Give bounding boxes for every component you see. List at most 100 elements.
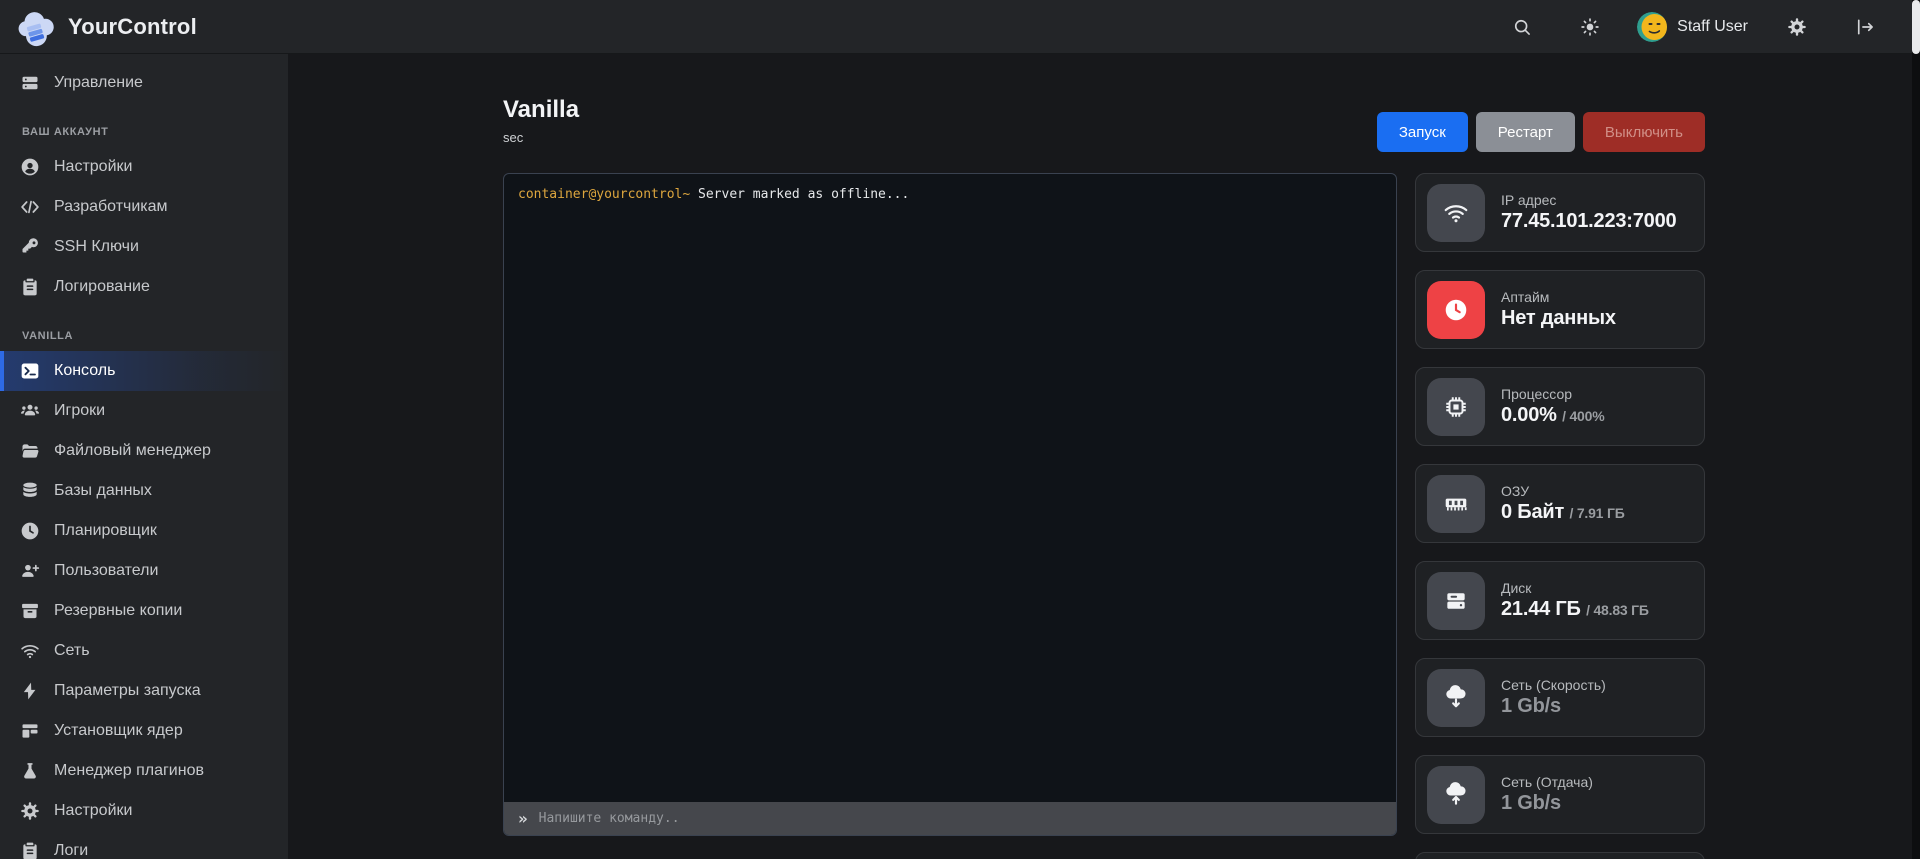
cloud-download-icon bbox=[1427, 669, 1485, 727]
sun-icon bbox=[1580, 17, 1600, 37]
start-button[interactable]: Запуск bbox=[1377, 112, 1468, 152]
sidebar-item-console[interactable]: Консоль bbox=[0, 351, 288, 391]
sidebar-item-label: Консоль bbox=[54, 362, 115, 380]
stat-value: 1 Gb/s bbox=[1501, 792, 1593, 815]
stat-value: 21.44 ГБ / 48.83 ГБ bbox=[1501, 598, 1649, 621]
stat-card-net-upload: Сеть (Отдача) 1 Gb/s bbox=[1415, 755, 1705, 834]
sidebar-item-label: Логи bbox=[54, 842, 88, 859]
stat-card-disk: Диск 21.44 ГБ / 48.83 ГБ bbox=[1415, 561, 1705, 640]
stat-label: Сеть (Скорость) bbox=[1501, 677, 1606, 693]
ram-icon bbox=[1427, 475, 1485, 533]
user-menu[interactable]: Staff User bbox=[1637, 12, 1748, 42]
folder-open-icon bbox=[20, 441, 40, 461]
sidebar-item-logs[interactable]: Логи bbox=[0, 831, 288, 859]
user-circle-icon bbox=[20, 157, 40, 177]
sidebar-item-label: Параметры запуска bbox=[54, 682, 201, 700]
sidebar-item-label: Базы данных bbox=[54, 482, 152, 500]
app-header: YourControl Staff User bbox=[0, 0, 1920, 54]
stat-value: 0 Байт / 7.91 ГБ bbox=[1501, 501, 1625, 524]
page-scrollbar[interactable] bbox=[1912, 0, 1920, 859]
sidebar-item-management[interactable]: Управление bbox=[0, 63, 288, 103]
stat-label: Сеть (Отдача) bbox=[1501, 774, 1593, 790]
console-message: Server marked as offline... bbox=[698, 187, 909, 202]
clipboard-icon bbox=[20, 277, 40, 297]
console-panel: container@yourcontrol~ Server marked as … bbox=[503, 173, 1397, 836]
sidebar-item-label: Управление bbox=[54, 74, 143, 92]
brand-name: YourControl bbox=[68, 14, 197, 40]
terminal-icon bbox=[20, 361, 40, 381]
key-icon bbox=[20, 237, 40, 257]
sidebar-section-vanilla: VANILLA bbox=[0, 307, 288, 351]
avatar bbox=[1637, 12, 1667, 42]
users-icon bbox=[20, 401, 40, 421]
sidebar-item-file-manager[interactable]: Файловый менеджер bbox=[0, 431, 288, 471]
stat-label: Диск bbox=[1501, 580, 1649, 596]
sidebar-item-startup-params[interactable]: Параметры запуска bbox=[0, 671, 288, 711]
sidebar-item-backups[interactable]: Резервные копии bbox=[0, 591, 288, 631]
stat-card-ram: ОЗУ 0 Байт / 7.91 ГБ bbox=[1415, 464, 1705, 543]
sidebar-item-server-settings[interactable]: Настройки bbox=[0, 791, 288, 831]
clipboard-icon bbox=[20, 841, 40, 859]
flask-icon bbox=[20, 761, 40, 781]
sidebar-item-label: Сеть bbox=[54, 642, 90, 660]
console-input-bar: » bbox=[504, 802, 1396, 835]
logout-button[interactable] bbox=[1844, 6, 1886, 48]
stop-button[interactable]: Выключить bbox=[1583, 112, 1705, 152]
archive-box-icon bbox=[20, 601, 40, 621]
sidebar-item-logging[interactable]: Логирование bbox=[0, 267, 288, 307]
clock-icon bbox=[1427, 281, 1485, 339]
wifi-icon bbox=[20, 641, 40, 661]
sidebar-section-account: ВАШ АККАУНТ bbox=[0, 103, 288, 147]
stat-label: Процессор bbox=[1501, 386, 1604, 402]
sidebar: Управление ВАШ АККАУНТ Настройки Разрабо… bbox=[0, 54, 288, 859]
columns-icon bbox=[20, 721, 40, 741]
bolt-icon bbox=[20, 681, 40, 701]
sidebar-item-users[interactable]: Пользователи bbox=[0, 551, 288, 591]
sidebar-item-ssh-keys[interactable]: SSH Ключи bbox=[0, 227, 288, 267]
stat-value: 1 Gb/s bbox=[1501, 695, 1606, 718]
clock-icon bbox=[20, 521, 40, 541]
settings-button[interactable] bbox=[1776, 6, 1818, 48]
search-button[interactable] bbox=[1501, 6, 1543, 48]
sidebar-item-scheduler[interactable]: Планировщик bbox=[0, 511, 288, 551]
stat-label: Аптайм bbox=[1501, 289, 1616, 305]
sidebar-item-developers[interactable]: Разработчикам bbox=[0, 187, 288, 227]
gear-icon bbox=[1787, 17, 1807, 37]
sidebar-item-label: Игроки bbox=[54, 402, 105, 420]
stat-card-uptime: Аптайм Нет данных bbox=[1415, 270, 1705, 349]
sidebar-item-databases[interactable]: Базы данных bbox=[0, 471, 288, 511]
server-icon bbox=[20, 73, 40, 93]
stat-card-cpu: Процессор 0.00% / 400% bbox=[1415, 367, 1705, 446]
sidebar-item-network[interactable]: Сеть bbox=[0, 631, 288, 671]
search-icon bbox=[1512, 17, 1532, 37]
console-prompt: container@yourcontrol~ bbox=[518, 187, 690, 202]
code-icon bbox=[20, 197, 40, 217]
restart-button[interactable]: Рестарт bbox=[1476, 112, 1575, 152]
sidebar-item-players[interactable]: Игроки bbox=[0, 391, 288, 431]
sidebar-item-label: Менеджер плагинов bbox=[54, 762, 204, 780]
stats-column: IP адрес 77.45.101.223:7000 Аптайм Нет д… bbox=[1415, 173, 1705, 859]
stat-card-ip: IP адрес 77.45.101.223:7000 bbox=[1415, 173, 1705, 252]
cpu-icon bbox=[1427, 378, 1485, 436]
theme-toggle-button[interactable] bbox=[1569, 6, 1611, 48]
console-output[interactable]: container@yourcontrol~ Server marked as … bbox=[504, 174, 1396, 802]
database-icon bbox=[20, 481, 40, 501]
stat-value: 0.00% / 400% bbox=[1501, 404, 1604, 427]
scrollbar-thumb[interactable] bbox=[1912, 0, 1920, 54]
stat-value: Нет данных bbox=[1501, 307, 1616, 330]
sidebar-item-plugin-manager[interactable]: Менеджер плагинов bbox=[0, 751, 288, 791]
cloud-upload-icon bbox=[1427, 766, 1485, 824]
disk-icon bbox=[1427, 572, 1485, 630]
sidebar-item-account-settings[interactable]: Настройки bbox=[0, 147, 288, 187]
sidebar-item-label: Разработчикам bbox=[54, 198, 168, 216]
page-subtitle: sec bbox=[503, 130, 579, 145]
stat-card-net-download: Сеть (Скорость) 1 Gb/s bbox=[1415, 658, 1705, 737]
stat-label: IP адрес bbox=[1501, 192, 1676, 208]
command-input[interactable] bbox=[539, 811, 1382, 826]
sidebar-item-core-installer[interactable]: Установщик ядер bbox=[0, 711, 288, 751]
gear-icon bbox=[20, 801, 40, 821]
sidebar-item-label: Пользователи bbox=[54, 562, 158, 580]
stat-value: 77.45.101.223:7000 bbox=[1501, 210, 1676, 233]
wifi-icon bbox=[1427, 184, 1485, 242]
sidebar-item-label: Планировщик bbox=[54, 522, 157, 540]
